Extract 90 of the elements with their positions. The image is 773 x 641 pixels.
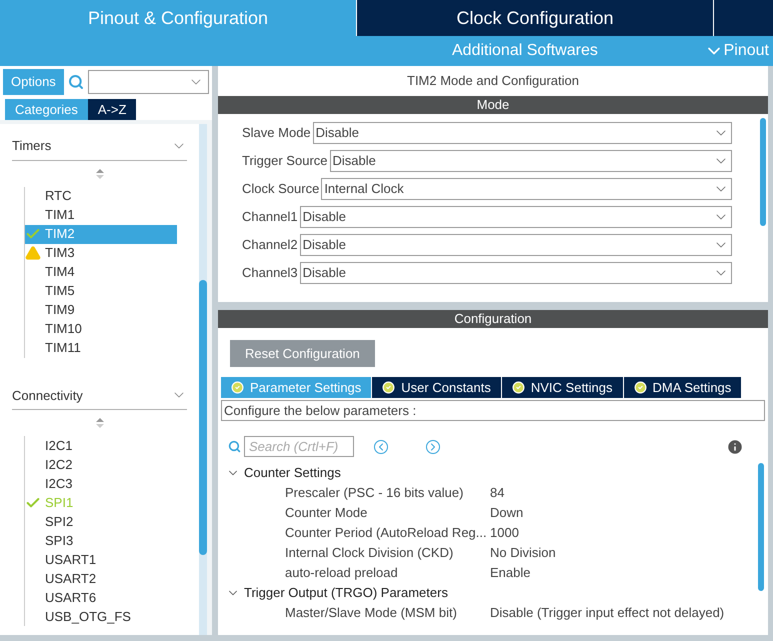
peripheral-label: TIM5 <box>45 282 75 300</box>
dropdown-field[interactable]: Disable <box>300 234 732 256</box>
peripheral-item[interactable]: USB_OTG_FS <box>25 607 177 626</box>
top-tab[interactable]: Clock Configuration <box>357 0 713 36</box>
scrollbar[interactable] <box>760 118 766 226</box>
peripheral-label: RTC <box>45 187 72 206</box>
parameter-value[interactable]: Down <box>490 503 524 523</box>
parameter-name: auto-reload preload <box>285 564 399 582</box>
check-circle-icon <box>382 381 396 394</box>
configuration-header: Configuration <box>218 310 768 328</box>
peripheral-label: USART6 <box>45 588 96 607</box>
peripheral-label: TIM4 <box>45 263 75 282</box>
field-label: Channel1 <box>242 208 298 226</box>
dropdown-field[interactable]: Disable <box>300 206 732 228</box>
parameter-name: Prescaler (PSC - 16 bits value) <box>285 484 464 502</box>
peripheral-label: TIM3 <box>45 244 75 262</box>
peripheral-item[interactable]: USART1 <box>25 550 177 569</box>
peripheral-item[interactable]: I2C3 <box>25 474 177 493</box>
panel-title: TIM2 Mode and Configuration <box>406 72 580 90</box>
parameter-value[interactable]: 84 <box>490 483 504 503</box>
peripheral-label: I2C1 <box>45 436 72 455</box>
group-title[interactable]: Trigger Output (TRGO) Parameters <box>244 583 448 603</box>
peripheral-item[interactable]: SPI3 <box>25 531 177 550</box>
peripheral-item[interactable]: TIM10 <box>25 320 177 338</box>
scrollbar[interactable] <box>199 124 207 635</box>
peripheral-label: TIM1 <box>45 206 75 224</box>
peripheral-item[interactable]: USART2 <box>25 569 177 588</box>
previous-icon[interactable] <box>374 440 388 454</box>
field-label: Clock Source <box>242 180 320 198</box>
parameter-value[interactable]: No Division <box>490 543 556 563</box>
peripheral-item[interactable]: TIM3 <box>25 244 177 262</box>
peripheral-item[interactable]: TIM9 <box>25 300 177 320</box>
search-icon[interactable] <box>68 74 84 90</box>
search-icon[interactable] <box>228 440 241 453</box>
parameter-value[interactable]: Enable <box>490 563 530 583</box>
category-title[interactable]: Timers <box>12 136 52 156</box>
next-icon[interactable] <box>426 440 440 454</box>
peripheral-label: SPI1 <box>45 494 74 512</box>
peripheral-item[interactable]: USART6 <box>25 588 177 607</box>
warning-icon <box>25 245 41 261</box>
check-circle-icon <box>512 381 525 394</box>
settings-tab[interactable]: DMA Settings <box>624 377 742 398</box>
peripheral-item[interactable]: TIM11 <box>25 338 177 358</box>
search-combo[interactable] <box>88 70 209 94</box>
view-tab[interactable]: A->Z <box>88 99 136 120</box>
peripheral-item[interactable]: I2C2 <box>25 455 177 474</box>
scrollbar[interactable] <box>758 463 764 591</box>
peripheral-label: TIM11 <box>45 339 81 358</box>
peripheral-item[interactable]: SPI2 <box>25 512 177 531</box>
settings-tab[interactable]: NVIC Settings <box>502 377 623 398</box>
peripheral-label: I2C2 <box>45 456 72 474</box>
peripheral-label: USART1 <box>45 550 96 569</box>
dropdown-field[interactable]: Disable <box>330 150 732 172</box>
peripheral-label: TIM2 <box>45 225 75 244</box>
parameter-name: Master/Slave Mode (MSM bit) <box>285 604 458 622</box>
hint-text: Configure the below parameters : <box>221 400 765 421</box>
sort-icon[interactable] <box>96 418 104 428</box>
settings-tab[interactable]: User Constants <box>372 377 501 398</box>
peripheral-item[interactable]: TIM1 <box>25 206 177 224</box>
dropdown-field[interactable]: Internal Clock <box>321 178 732 200</box>
check-circle-icon <box>634 381 647 394</box>
peripheral-label: SPI3 <box>45 532 74 550</box>
parameter-name: Counter Mode <box>285 504 368 522</box>
sort-icon[interactable] <box>96 168 104 178</box>
field-label: Slave Mode <box>242 124 311 142</box>
search-field[interactable]: Search (Crtl+F) <box>244 436 354 457</box>
peripheral-label: TIM10 <box>45 320 82 338</box>
dropdown-field[interactable]: Disable <box>312 122 732 144</box>
mode-header: Mode <box>218 96 768 114</box>
parameter-name: Internal Clock Division (CKD) <box>285 544 454 562</box>
category-title[interactable]: Connectivity <box>12 386 83 405</box>
peripheral-label: USART2 <box>45 570 96 588</box>
peripheral-item[interactable]: TIM4 <box>25 262 177 282</box>
parameter-value[interactable]: Disable (Trigger input effect not delayed) <box>490 603 724 623</box>
peripheral-item[interactable]: RTC <box>25 186 177 206</box>
info-icon[interactable] <box>726 438 744 456</box>
check-circle-icon <box>231 381 244 394</box>
parameter-value[interactable]: 1000 <box>490 523 519 543</box>
peripheral-item[interactable]: I2C1 <box>25 436 177 455</box>
field-label: Trigger Source <box>242 152 328 170</box>
peripheral-item[interactable]: TIM5 <box>25 282 177 300</box>
peripheral-label: TIM9 <box>45 301 75 320</box>
peripheral-label: USB_OTG_FS <box>45 608 131 626</box>
peripheral-label: SPI2 <box>45 512 74 531</box>
group-title[interactable]: Counter Settings <box>244 463 341 483</box>
field-label: Channel2 <box>242 236 298 254</box>
dropdown-field[interactable]: Disable <box>300 262 732 284</box>
peripheral-label: I2C3 <box>45 474 72 493</box>
field-label: Channel3 <box>242 264 298 282</box>
parameter-name: Counter Period (AutoReload Reg... <box>285 524 488 542</box>
